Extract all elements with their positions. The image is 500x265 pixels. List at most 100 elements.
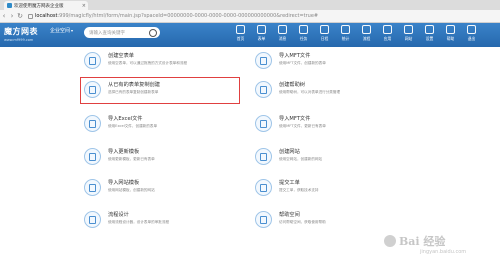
reload-icon[interactable]: ↻ xyxy=(16,12,24,20)
tool-exit[interactable]: 退出 xyxy=(461,25,482,42)
search-box[interactable]: 请输入查询关键字 xyxy=(84,27,160,38)
option-import-mft-file[interactable]: 导入MFT文件使用MFT文件，创建新的表单 xyxy=(255,50,415,76)
option-title: 流程设计 xyxy=(108,212,129,218)
option-title: 提交工单 xyxy=(279,180,300,186)
option-import-website-template[interactable]: 导入网站模板使用网站模板，创建新的网站 xyxy=(84,177,244,203)
option-title: 创建帮助树 xyxy=(279,82,305,88)
option-desc: 使用空表单，可以通过拖拽的方式设计表单和流程 xyxy=(108,61,188,65)
option-title: 导入MFT文件 xyxy=(279,116,311,122)
space-selector-label: 企业空间 xyxy=(50,28,71,34)
tool-app[interactable]: 应用 xyxy=(377,25,398,42)
forward-icon[interactable]: › xyxy=(8,12,16,20)
option-import-update-template[interactable]: 导入更新模板 使用更新模板，更新已有表单 xyxy=(84,146,244,172)
url-field[interactable]: localhost :999/magicfly/html/form/main.j… xyxy=(28,13,318,19)
message-icon xyxy=(278,25,287,34)
mft-file-icon xyxy=(255,52,272,69)
tool-label: 首页 xyxy=(236,36,245,41)
tool-flow[interactable]: 流程 xyxy=(356,25,377,42)
option-desc: 使用流程设计器，设计表单的审批流程 xyxy=(108,220,170,224)
option-help-space[interactable]: 帮助空间 访问帮助空间，获取使用帮助 xyxy=(255,209,415,235)
option-title: 创建网站 xyxy=(279,149,300,155)
form-icon xyxy=(257,25,266,34)
tool-label: 应用 xyxy=(383,36,392,41)
option-title: 创建空表单 xyxy=(108,53,134,59)
watermark: Bai 经验 xyxy=(384,233,445,249)
option-desc: 使用MFT文件，创建新的表单 xyxy=(279,61,326,65)
tool-form[interactable]: 表单 xyxy=(251,25,272,42)
option-title: 导入网站模板 xyxy=(108,180,140,186)
option-desc: 使用空网站，创建新的网站 xyxy=(279,157,323,161)
app-header: 魔方网表 www.mf999.com 企业空间 ▾ 请输入查询关键字 首页 表单… xyxy=(0,23,500,47)
logo-url: www.mf999.com xyxy=(4,38,34,42)
app-icon xyxy=(383,25,392,34)
tool-label: 流程 xyxy=(362,36,371,41)
watermark-url: jingyan.baidu.com xyxy=(420,249,467,255)
search-input[interactable]: 请输入查询关键字 xyxy=(89,30,149,36)
excel-icon xyxy=(84,115,101,132)
tool-home[interactable]: 首页 xyxy=(230,25,251,42)
selection-highlight xyxy=(80,77,240,104)
tool-label: 消息 xyxy=(278,36,287,41)
option-import-mft-update[interactable]: 导入MFT文件使用MFT文件，更新已有表单 xyxy=(255,113,415,139)
option-title: 导入MFT文件 xyxy=(279,53,311,59)
blank-form-icon xyxy=(84,52,101,69)
option-title: 帮助空间 xyxy=(279,212,300,218)
browser-tab-bar: 欢迎使用魔方网表企业版 × xyxy=(0,0,500,10)
tab-close-icon[interactable]: × xyxy=(82,3,86,9)
tool-label: 统计 xyxy=(341,36,350,41)
flow-icon xyxy=(362,25,371,34)
option-desc: 提交工单，获取技术支持 xyxy=(279,188,319,192)
stats-icon xyxy=(341,25,350,34)
logo[interactable]: 魔方网表 www.mf999.com xyxy=(4,26,48,42)
browser-tab[interactable]: 欢迎使用魔方网表企业版 × xyxy=(4,1,88,10)
option-desc: 使用网站模板，创建新的网站 xyxy=(108,188,155,192)
logo-text: 魔方网表 xyxy=(4,27,38,36)
ticket-icon xyxy=(255,179,272,196)
option-import-excel[interactable]: 导入Excel文件使用Excel文件，创建新的表单 xyxy=(84,113,244,139)
website-icon xyxy=(255,148,272,165)
calendar-icon xyxy=(320,25,329,34)
tool-settings[interactable]: 设置 xyxy=(419,25,440,42)
tool-help[interactable]: 帮助 xyxy=(440,25,461,42)
help-space-icon xyxy=(255,211,272,228)
chevron-down-icon: ▾ xyxy=(71,28,74,33)
option-flow-design[interactable]: 流程设计使用流程设计器，设计表单的审批流程 xyxy=(84,209,244,235)
option-desc: 使用MFT文件，更新已有表单 xyxy=(279,124,326,128)
watermark-brand: Bai 经验 xyxy=(399,235,446,248)
exit-icon xyxy=(467,25,476,34)
flow-design-icon xyxy=(84,211,101,228)
tool-label: 退出 xyxy=(467,36,476,41)
option-desc: 使用Excel文件，创建新的表单 xyxy=(108,124,158,128)
back-icon[interactable]: ‹ xyxy=(0,12,8,20)
page-info-icon xyxy=(28,13,33,19)
tool-stats[interactable]: 统计 xyxy=(335,25,356,42)
tool-message[interactable]: 消息 xyxy=(272,25,293,42)
help-tree-icon xyxy=(255,81,272,98)
toolbar: 首页 表单 消息 任务 日程 统计 流程 应用 网站 设置 帮助 退出 xyxy=(230,25,482,42)
website-icon xyxy=(404,25,413,34)
settings-icon xyxy=(425,25,434,34)
tool-label: 网站 xyxy=(404,36,413,41)
tab-title: 欢迎使用魔方网表企业版 xyxy=(14,3,64,9)
tool-label: 日程 xyxy=(320,36,329,41)
option-title: 导入Excel文件 xyxy=(108,116,143,122)
tool-label: 任务 xyxy=(299,36,308,41)
option-create-help-tree[interactable]: 创建帮助树使用帮助树，可以对表单进行分类管理 xyxy=(255,79,415,105)
url-path: :999/magicfly/html/form/main.jsp?spaceId… xyxy=(57,13,319,19)
address-bar: ‹ › ↻ localhost :999/magicfly/html/form/… xyxy=(0,10,500,23)
task-icon xyxy=(299,25,308,34)
help-icon xyxy=(446,25,455,34)
option-create-website[interactable]: 创建网站使用空网站，创建新的网站 xyxy=(255,146,415,172)
mft-update-icon xyxy=(255,115,272,132)
option-create-blank-form[interactable]: 创建空表单使用空表单，可以通过拖拽的方式设计表单和流程 xyxy=(84,50,244,76)
tool-label: 帮助 xyxy=(446,36,455,41)
tool-label: 表单 xyxy=(257,36,266,41)
tool-task[interactable]: 任务 xyxy=(293,25,314,42)
space-selector[interactable]: 企业空间 ▾ xyxy=(50,27,73,34)
option-desc: 使用帮助树，可以对表单进行分类管理 xyxy=(279,90,341,94)
paw-icon xyxy=(384,235,396,247)
option-submit-ticket[interactable]: 提交工单提交工单，获取技术支持 xyxy=(255,177,415,203)
tool-calendar[interactable]: 日程 xyxy=(314,25,335,42)
search-icon[interactable] xyxy=(149,28,157,37)
tool-website[interactable]: 网站 xyxy=(398,25,419,42)
